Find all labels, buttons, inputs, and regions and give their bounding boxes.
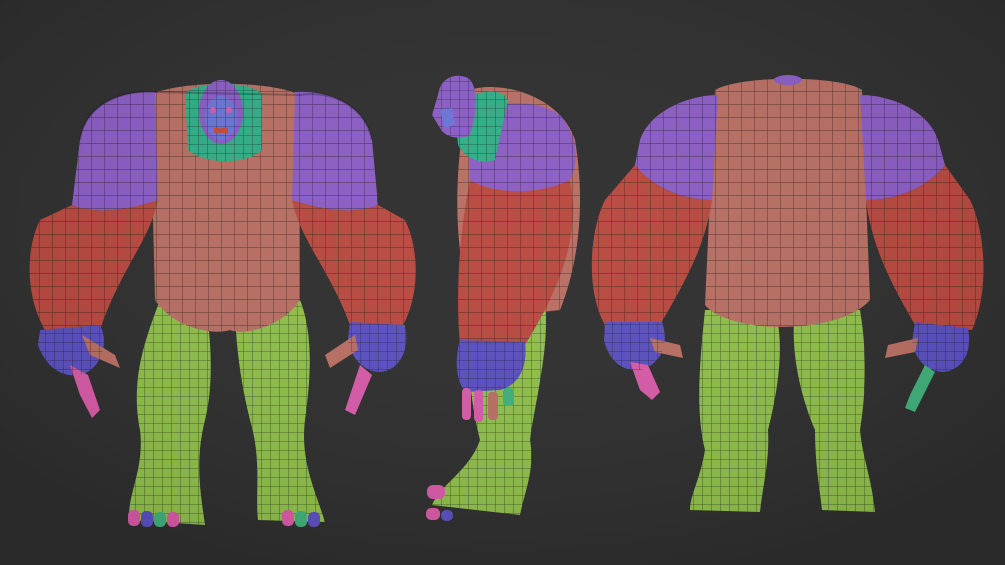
turnaround-scene [0, 0, 1005, 565]
front-view [29, 80, 416, 527]
model-canvas [0, 0, 1005, 565]
back-torso [705, 78, 870, 327]
back-head-top [774, 75, 802, 85]
back-view [591, 75, 984, 512]
side-view [426, 75, 580, 521]
back-hands [604, 322, 970, 412]
front-toes-right [282, 510, 320, 527]
front-hands [38, 322, 407, 418]
front-legs [128, 300, 325, 527]
back-legs [690, 310, 875, 512]
